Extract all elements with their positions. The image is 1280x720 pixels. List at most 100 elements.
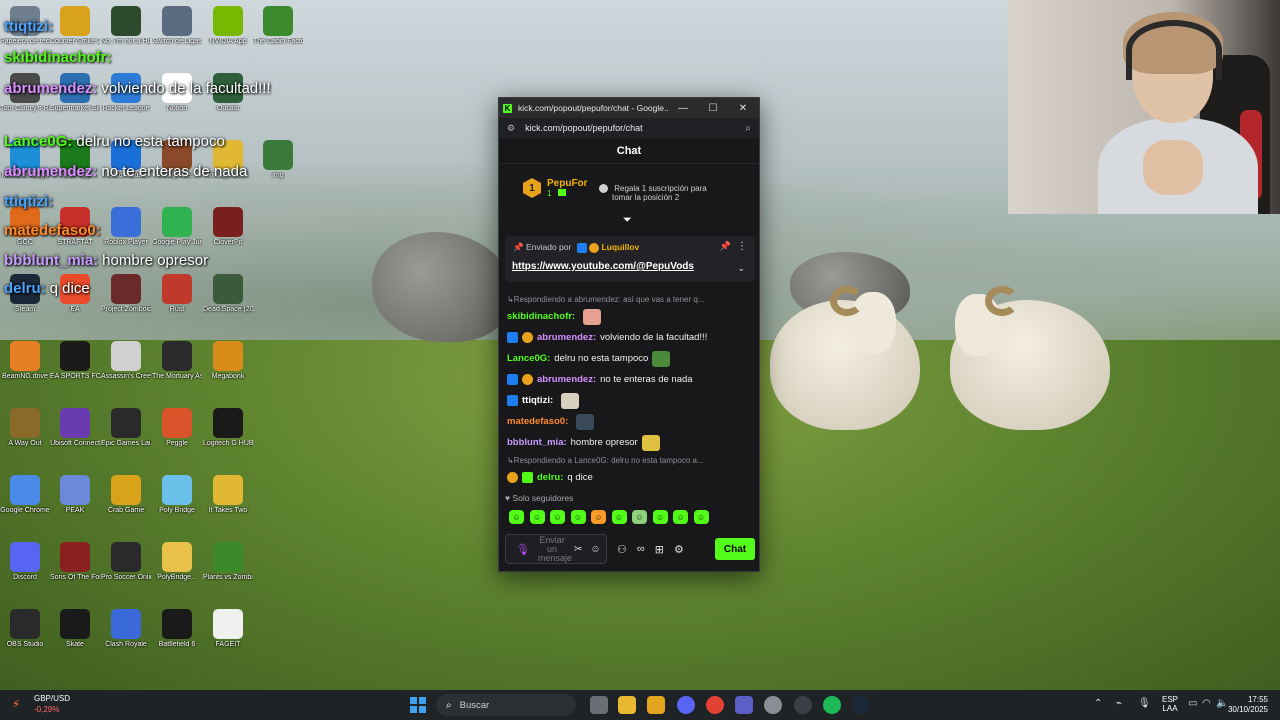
- desktop-icon[interactable]: The Cabin Factory: [253, 6, 303, 46]
- chat-username[interactable]: delru:: [537, 472, 563, 483]
- microsoft-store-icon[interactable]: [647, 696, 665, 714]
- desktop-icon[interactable]: EA SPORTS FC 26: [50, 341, 100, 381]
- chat-message[interactable]: delru: q dice: [507, 467, 755, 488]
- chat-message[interactable]: bbblunt_mia: hombre opresor: [507, 432, 755, 453]
- chat-message-list[interactable]: ↳ Respondiendo a abrumendez: así que vas…: [507, 292, 755, 488]
- users-icon[interactable]: ⚇: [617, 543, 627, 556]
- desktop-icon[interactable]: Dead Space (2023): [203, 274, 253, 314]
- desktop-icon[interactable]: Roblox Player: [101, 207, 151, 247]
- settings-gear-icon[interactable]: ⚙: [674, 543, 684, 556]
- site-info-icon[interactable]: ⚙: [507, 123, 515, 134]
- chat-input-placeholder[interactable]: Enviar un mensaje: [538, 535, 572, 563]
- chevron-up-icon[interactable]: ⌃: [1094, 698, 1102, 709]
- infinity-icon[interactable]: ∞: [637, 543, 645, 555]
- quick-emote-icon[interactable]: ☺: [632, 510, 647, 524]
- desktop-icon[interactable]: PEAK: [50, 475, 100, 515]
- pin-icon[interactable]: 📌: [720, 241, 731, 252]
- quick-emote-icon[interactable]: ☺: [611, 510, 627, 524]
- kick-chat-popout-window[interactable]: K kick.com/popout/pepufor/chat - Google.…: [498, 97, 760, 572]
- clock[interactable]: 17:55 30/10/2025: [1228, 695, 1268, 715]
- desktop-icon[interactable]: Rust: [152, 274, 202, 314]
- desktop-icon[interactable]: img: [253, 140, 303, 180]
- desktop-icon[interactable]: Sons Of The Forest: [50, 542, 100, 582]
- minimize-button[interactable]: —: [668, 103, 698, 114]
- desktop-icon[interactable]: Google Chrome: [0, 475, 50, 515]
- window-titlebar[interactable]: K kick.com/popout/pepufor/chat - Google.…: [499, 98, 759, 118]
- desktop-icon[interactable]: Megabonk: [203, 341, 253, 381]
- pinned-message[interactable]: 📌 Enviado por Luquillov https://www.yout…: [505, 236, 755, 282]
- gift-sub-prompt[interactable]: Regala 1 suscripción para tomar la posic…: [599, 184, 707, 202]
- chat-message[interactable]: Lance0G: delru no esta tampoco: [507, 348, 755, 369]
- steam-taskbar-icon[interactable]: [852, 696, 870, 714]
- desktop-icon[interactable]: CloverPit: [203, 207, 253, 247]
- desktop-icon[interactable]: Epic Games Launcher: [101, 408, 151, 448]
- chat-username[interactable]: abrumendez:: [537, 374, 596, 385]
- quick-emote-icon[interactable]: ☺: [673, 510, 688, 524]
- desktop-icon[interactable]: Crab Game: [101, 475, 151, 515]
- address-bar[interactable]: ⚙ kick.com/popout/pepufor/chat ⌕: [499, 118, 759, 138]
- discord-taskbar-icon[interactable]: [677, 696, 695, 714]
- chat-message[interactable]: skibidinachofr:: [507, 306, 755, 327]
- chat-message[interactable]: abrumendez: volviendo de la facultad!!!: [507, 327, 755, 348]
- chrome-taskbar-icon[interactable]: [706, 696, 724, 714]
- desktop-icon[interactable]: Clash Royale: [101, 609, 151, 649]
- chat-username[interactable]: ttiqtizi:: [522, 395, 553, 406]
- chat-username[interactable]: bbblunt_mia:: [507, 437, 567, 448]
- quick-emote-icon[interactable]: ☺: [652, 510, 668, 524]
- quick-emote-icon[interactable]: ☺: [509, 510, 524, 524]
- desktop-icon[interactable]: Poly Bridge: [152, 475, 202, 515]
- microphone-icon[interactable]: 🎙: [516, 543, 530, 556]
- reply-context[interactable]: ↳ Respondiendo a Lance0G: delru no esta …: [507, 453, 755, 467]
- desktop-icon[interactable]: It Takes Two: [203, 475, 253, 515]
- desktop-icon[interactable]: FAGEIT: [203, 609, 253, 649]
- collapse-icon[interactable]: ⏷: [623, 214, 632, 227]
- desktop-icon[interactable]: OBS Studio: [0, 609, 50, 649]
- mic-tray-icon[interactable]: 🎙: [1138, 698, 1151, 709]
- maximize-button[interactable]: ☐: [698, 103, 728, 114]
- desktop-icon[interactable]: BeamNG.drive: [0, 341, 50, 381]
- desktop-icon[interactable]: Ubisoft Connect: [50, 408, 100, 448]
- sub-leaderboard-entry[interactable]: 1 PepuFor 1: [523, 178, 588, 198]
- desktop-icon[interactable]: Peggle: [152, 408, 202, 448]
- desktop-icon[interactable]: A Way Out: [0, 408, 50, 448]
- spotify-taskbar-icon[interactable]: [823, 696, 841, 714]
- desktop-icon[interactable]: No, I'm not a Human: [101, 6, 151, 46]
- desktop-icon[interactable]: Pro Soccer Online: [101, 542, 151, 582]
- chat-message[interactable]: ttiqtizi:: [507, 390, 755, 411]
- desktop-icon[interactable]: The Mortuary Assistant: [152, 341, 202, 381]
- chat-username[interactable]: skibidinachofr:: [507, 311, 575, 322]
- settings-taskbar-icon[interactable]: [764, 696, 782, 714]
- desktop-icon[interactable]: NVIDIA App: [203, 6, 253, 46]
- chat-username[interactable]: Lance0G:: [507, 353, 550, 364]
- emote-tool-icon[interactable]: ✂: [574, 544, 582, 555]
- quick-emote-icon[interactable]: ☺: [550, 510, 565, 524]
- desktop-icon[interactable]: Assassin's Creed I: [101, 341, 151, 381]
- desktop-icon[interactable]: Battlefield 6: [152, 609, 202, 649]
- taskbar-search[interactable]: ⌕ Buscar: [436, 694, 576, 716]
- desktop-icon[interactable]: Discord: [0, 542, 50, 582]
- desktop-icon[interactable]: Counter-Strike 2: [50, 6, 100, 46]
- desktop-icon[interactable]: Switch de Ligas: [152, 6, 202, 46]
- chat-message[interactable]: matedefaso0:: [507, 411, 755, 432]
- quick-emote-icon[interactable]: ☺: [693, 510, 709, 524]
- desktop-icon[interactable]: Logitech G HUB: [203, 408, 253, 448]
- pinned-link[interactable]: https://www.youtube.com/@PepuVods: [512, 261, 694, 272]
- task-view-icon[interactable]: [590, 696, 608, 714]
- close-button[interactable]: ✕: [728, 103, 758, 114]
- wifi-icon[interactable]: ◠: [1202, 698, 1211, 709]
- url-text[interactable]: kick.com/popout/pepufor/chat: [525, 123, 745, 133]
- github-taskbar-icon[interactable]: [794, 696, 812, 714]
- volume-icon[interactable]: 🔈: [1216, 698, 1228, 709]
- teams-taskbar-icon[interactable]: [735, 696, 753, 714]
- gift-box-icon[interactable]: ⊞: [655, 543, 664, 556]
- quick-emote-icon[interactable]: ☺: [591, 510, 606, 524]
- emoji-icon[interactable]: ☺: [590, 544, 600, 555]
- desktop-icon[interactable]: Project Zomboid: [101, 274, 151, 314]
- chevron-down-icon[interactable]: ⌄: [737, 263, 745, 274]
- quick-emote-icon[interactable]: ☺: [529, 510, 545, 524]
- language-indicator[interactable]: ESP LAA: [1162, 695, 1178, 713]
- desktop-icon[interactable]: Skate: [50, 609, 100, 649]
- quick-emote-icon[interactable]: ☺: [570, 510, 586, 524]
- chat-username[interactable]: abrumendez:: [537, 332, 596, 343]
- zoom-icon[interactable]: ⌕: [745, 123, 751, 134]
